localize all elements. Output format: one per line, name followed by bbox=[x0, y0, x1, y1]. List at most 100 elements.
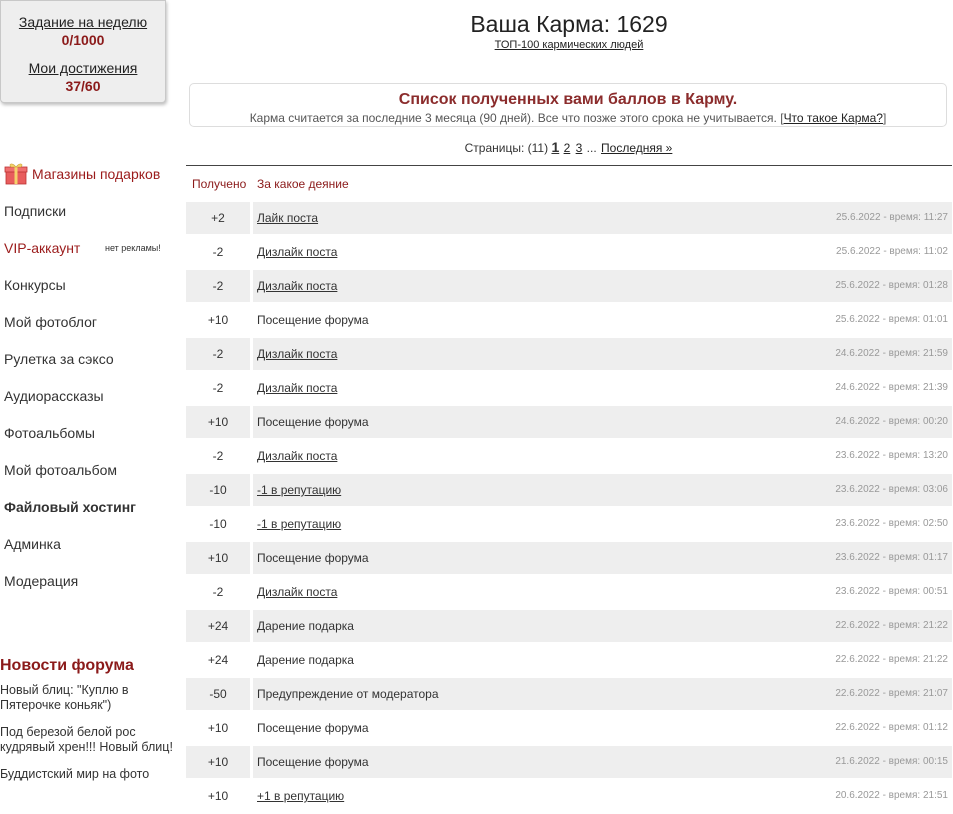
row-time: 25.6.2022 - время: 01:28 bbox=[835, 280, 948, 291]
row-time: 23.6.2022 - время: 02:50 bbox=[835, 518, 948, 529]
row-time: 25.6.2022 - время: 01:01 bbox=[835, 314, 948, 325]
table-row: +10 Посещение форума 25.6.2022 - время: 01… bbox=[186, 304, 952, 336]
sidebar-item-my-photo-album[interactable]: Мой фотоальбом bbox=[0, 452, 175, 489]
sidebar-item-label: Мой фотоальбом bbox=[4, 462, 118, 478]
row-action-cell: Посещение форума 22.6.2022 - время: 01:12 bbox=[253, 712, 952, 744]
page-title: Ваша Карма: 1629 bbox=[470, 11, 668, 37]
row-deed-link[interactable]: -1 в репутацию bbox=[257, 508, 341, 540]
table-row: -2 Дизлайк поста 24.6.2022 - время: 21:39 bbox=[186, 372, 952, 404]
pages-ellipsis: ... bbox=[586, 141, 597, 155]
sidebar-item-label: Магазины подарков bbox=[32, 166, 161, 182]
karma-table: +2 Лайк поста 25.6.2022 - время: 11:27 -2 Ди… bbox=[186, 202, 952, 814]
page-2-link[interactable]: 2 bbox=[564, 141, 571, 155]
table-row: +2 Лайк поста 25.6.2022 - время: 11:27 bbox=[186, 202, 952, 234]
achievements-value: 37/60 bbox=[65, 78, 101, 94]
row-time: 24.6.2022 - время: 21:39 bbox=[835, 382, 948, 393]
page-3-link[interactable]: 3 bbox=[576, 141, 583, 155]
sidebar-item-label: Конкурсы bbox=[4, 277, 66, 293]
news-item[interactable]: Под березой белой рос кудрявый хрен!!! Н… bbox=[0, 725, 175, 755]
sidebar-item-roulette[interactable]: Рулетка за сэксо bbox=[0, 341, 175, 378]
row-deed-text: Посещение форума bbox=[257, 755, 369, 769]
sidebar-item-label: Файловый хостинг bbox=[4, 499, 137, 515]
sidebar-item-photoblog[interactable]: Мой фотоблог bbox=[0, 304, 175, 341]
sidebar-item-gift-shops[interactable]: Магазины подарков bbox=[0, 156, 175, 193]
sidebar-item-admin[interactable]: Админка bbox=[0, 526, 175, 563]
row-time: 24.6.2022 - время: 21:59 bbox=[835, 348, 948, 359]
page-current: 1 bbox=[551, 139, 560, 155]
info-description: Карма считается за последние 3 месяца (9… bbox=[249, 111, 784, 125]
sidebar-item-contests[interactable]: Конкурсы bbox=[0, 267, 175, 304]
info-heading: Список полученных вами баллов в Карму. bbox=[398, 91, 738, 108]
row-deed-text: Дарение подарка bbox=[257, 653, 354, 667]
row-deed-link[interactable]: -1 в репутацию bbox=[257, 474, 341, 506]
row-action-cell: Посещение форума 23.6.2022 - время: 01:17 bbox=[253, 542, 952, 574]
row-time: 23.6.2022 - время: 13:20 bbox=[835, 450, 948, 461]
table-row: -10 -1 в репутацию 23.6.2022 - время: 02:5… bbox=[186, 508, 952, 540]
row-points: +10 bbox=[186, 542, 250, 574]
what-is-karma-link[interactable]: Что такое Карма? bbox=[784, 111, 883, 125]
table-row: +24 Дарение подарка 22.6.2022 - время: 21:… bbox=[186, 610, 952, 642]
row-deed-link[interactable]: Дизлайк поста bbox=[257, 338, 337, 370]
row-deed-text: Посещение форума bbox=[257, 415, 369, 429]
top-100-link[interactable]: ТОП-100 кармических людей bbox=[495, 39, 644, 51]
row-action-cell: Дизлайк поста 24.6.2022 - время: 21:59 bbox=[253, 338, 952, 370]
sidebar-item-subscriptions[interactable]: Подписки bbox=[0, 193, 175, 230]
table-row: +10 Посещение форума 23.6.2022 - время: 01… bbox=[186, 542, 952, 574]
row-points: +24 bbox=[186, 610, 250, 642]
row-action-cell: Дизлайк поста 24.6.2022 - время: 21:39 bbox=[253, 372, 952, 404]
pages-label: Страницы: (11) bbox=[464, 141, 549, 155]
news-item[interactable]: Новый блиц: "Куплю в Пятерочке коньяк") bbox=[0, 683, 175, 713]
row-action-cell: Предупреждение от модератора 22.6.2022 - … bbox=[253, 678, 952, 710]
table-row: -10 -1 в репутацию 23.6.2022 - время: 03:0… bbox=[186, 474, 952, 506]
row-deed-text: Посещение форума bbox=[257, 721, 369, 735]
sidebar-item-label: Подписки bbox=[4, 203, 67, 219]
row-deed-link[interactable]: Дизлайк поста bbox=[257, 440, 337, 472]
sidebar-menu: Магазины подарков Подписки VIP-аккаунт н… bbox=[0, 156, 175, 600]
row-points: +10 bbox=[207, 721, 229, 735]
row-points: -10 bbox=[209, 517, 227, 531]
row-deed-link[interactable]: Дизлайк поста bbox=[257, 270, 337, 302]
row-points: +2 bbox=[186, 202, 250, 234]
row-deed-link[interactable]: Дизлайк поста bbox=[257, 236, 337, 268]
table-row: -2 Дизлайк поста 25.6.2022 - время: 01:28 bbox=[186, 270, 952, 302]
row-deed-link[interactable]: Дизлайк поста bbox=[257, 576, 337, 608]
row-deed-link[interactable]: Лайк поста bbox=[257, 202, 318, 234]
row-time: 25.6.2022 - время: 11:27 bbox=[836, 212, 948, 223]
news-item[interactable]: Буддистский мир на фото bbox=[0, 767, 175, 782]
row-time: 20.6.2022 - время: 21:51 bbox=[835, 790, 948, 801]
row-points: -2 bbox=[212, 449, 224, 463]
row-deed-link[interactable]: +1 в репутацию bbox=[257, 780, 344, 812]
row-deed-text: Предупреждение от модератора bbox=[257, 687, 439, 701]
row-deed-link[interactable]: Дизлайк поста bbox=[257, 372, 337, 404]
table-row: +24 Дарение подарка 22.6.2022 - время: 21:… bbox=[186, 644, 952, 676]
pagination: Страницы: (11) 1 2 3 ... Последняя » bbox=[186, 139, 952, 155]
row-action-cell: Дизлайк поста 23.6.2022 - время: 00:51 bbox=[253, 576, 952, 608]
row-action-cell: Дарение подарка 22.6.2022 - время: 21:22 bbox=[253, 610, 952, 642]
gift-icon bbox=[4, 161, 28, 185]
row-points: +10 bbox=[207, 789, 229, 803]
row-time: 24.6.2022 - время: 00:20 bbox=[835, 416, 948, 427]
row-time: 23.6.2022 - время: 00:51 bbox=[835, 586, 948, 597]
weekly-task-link[interactable]: Задание на неделю bbox=[1, 14, 165, 30]
sidebar-item-label: Админка bbox=[4, 536, 61, 552]
table-row: -2 Дизлайк поста 24.6.2022 - время: 21:59 bbox=[186, 338, 952, 370]
table-row: +10 +1 в репутацию 20.6.2022 - время: 21:5… bbox=[186, 780, 952, 812]
tasks-box: Задание на неделю 0/1000 Мои достижения … bbox=[0, 0, 166, 103]
row-points: -2 bbox=[186, 270, 250, 302]
sidebar-item-file-hosting[interactable]: Файловый хостинг bbox=[0, 489, 175, 526]
sidebar-item-audio-stories[interactable]: Аудиорассказы bbox=[0, 378, 175, 415]
achievements-link[interactable]: Мои достижения bbox=[1, 60, 165, 76]
sidebar-item-vip[interactable]: VIP-аккаунт нет рекламы! bbox=[0, 230, 175, 267]
page-last-link[interactable]: Последняя » bbox=[601, 141, 672, 155]
row-action-cell: Дарение подарка 22.6.2022 - время: 21:22 bbox=[253, 644, 952, 676]
table-row: -2 Дизлайк поста 23.6.2022 - время: 00:51 bbox=[186, 576, 952, 608]
row-points: +10 bbox=[186, 406, 250, 438]
col-deed: За какое деяние bbox=[257, 177, 349, 191]
sidebar-item-moderation[interactable]: Модерация bbox=[0, 563, 175, 600]
row-action-cell: Дизлайк поста 25.6.2022 - время: 01:28 bbox=[253, 270, 952, 302]
row-time: 23.6.2022 - время: 03:06 bbox=[835, 484, 948, 495]
row-action-cell: Посещение форума 21.6.2022 - время: 00:15 bbox=[253, 746, 952, 778]
col-received: Получено bbox=[192, 177, 247, 191]
row-action-cell: -1 в репутацию 23.6.2022 - время: 03:06 bbox=[253, 474, 952, 506]
sidebar-item-photo-albums[interactable]: Фотоальбомы bbox=[0, 415, 175, 452]
